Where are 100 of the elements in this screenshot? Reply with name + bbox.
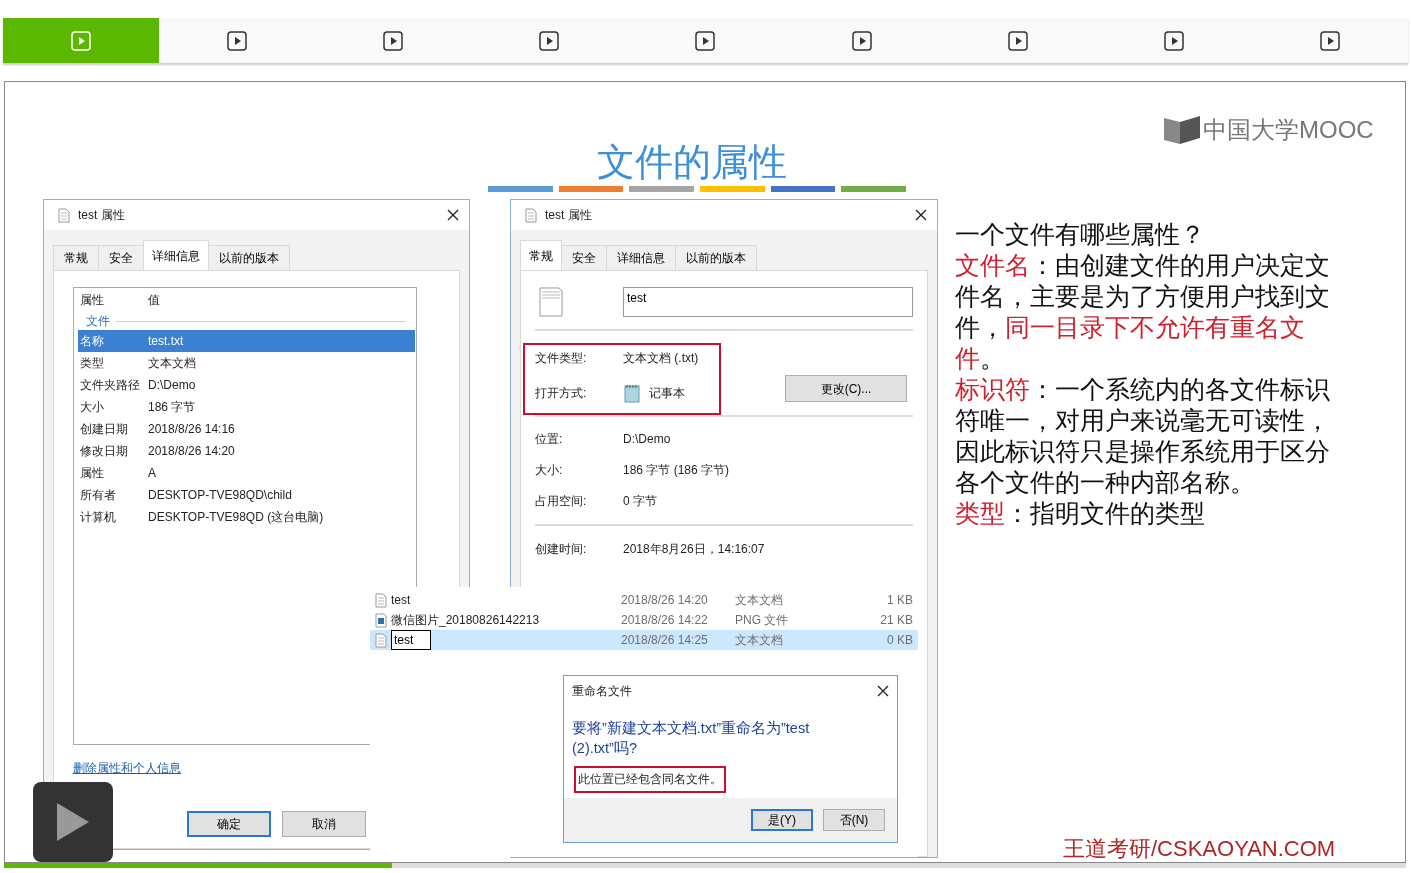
play-icon	[227, 30, 248, 51]
field-value: 记事本	[649, 385, 685, 402]
property-row[interactable]: 修改日期 2018/8/26 14:20	[78, 440, 415, 462]
file-icon	[375, 632, 387, 648]
window-title: test 属性	[545, 207, 593, 224]
close-icon	[447, 209, 459, 221]
property-row[interactable]: 所有者 DESKTOP-TVE98QD\child	[78, 484, 415, 506]
property-row[interactable]: 大小 186 字节	[78, 396, 415, 418]
property-name: 类型	[80, 355, 105, 372]
file-size: 21 KB	[879, 612, 913, 629]
play-icon	[383, 30, 404, 51]
property-row[interactable]: 类型 文本文档	[78, 352, 415, 374]
slide-title: 文件的属性	[597, 140, 787, 185]
play-icon	[1163, 30, 1184, 51]
note-paragraph: 一个文件有哪些属性？	[955, 219, 1206, 250]
property-row[interactable]: 文件夹路径 D:\Demo	[78, 374, 415, 396]
play-icon	[55, 801, 91, 843]
file-date: 2018/8/26 14:25	[621, 632, 709, 649]
property-name: 修改日期	[80, 443, 129, 460]
play-icon	[1007, 30, 1028, 51]
image-file-icon	[375, 612, 387, 628]
property-name: 名称	[80, 333, 105, 350]
dialog-message: 要将”新建文本文档.txt”重命名为”test (2).txt”吗?	[572, 719, 811, 758]
warning-message: 此位置已经包含同名文件。	[574, 766, 726, 794]
property-value: DESKTOP-TVE98QD (这台电脑)	[148, 509, 324, 526]
property-name: 创建日期	[80, 421, 129, 438]
dialog-button[interactable]: 取消	[282, 811, 366, 837]
tab[interactable]: 常规	[53, 245, 99, 270]
play-icon	[695, 30, 716, 51]
play-icon	[1319, 30, 1340, 51]
notepad-icon	[623, 383, 641, 403]
tab[interactable]: 以前的版本	[208, 245, 290, 270]
field-value: 186 字节 (186 字节)	[623, 462, 730, 479]
rename-field[interactable]: test	[391, 630, 431, 650]
note-paragraph: 类型：指明文件的类型	[955, 498, 1206, 529]
note-paragraph: 文件名：由创建文件的用户决定文件名，主要是为了方便用户找到文件，同一目录下不允许有重名文件。	[955, 250, 1331, 374]
property-row[interactable]: 名称 test.txt	[78, 330, 415, 352]
dialog-button[interactable]: 确定	[187, 811, 271, 837]
file-type: PNG 文件	[735, 612, 790, 629]
property-row[interactable]: 创建日期 2018/8/26 14:16	[78, 418, 415, 440]
field-label: 占用空间:	[535, 493, 588, 510]
file-size: 1 KB	[886, 592, 913, 609]
play-button[interactable]	[33, 782, 113, 862]
close-icon	[915, 209, 927, 221]
file-size: 0 KB	[886, 632, 913, 649]
property-name: 属性	[80, 465, 105, 482]
column-header: 属性	[79, 292, 105, 309]
file-name: test	[391, 592, 411, 609]
property-value: D:\Demo	[148, 377, 196, 394]
file-icon	[375, 592, 387, 608]
property-value: 文本文档	[148, 355, 196, 372]
play-icon	[539, 30, 560, 51]
field-label: 打开方式:	[535, 385, 588, 402]
property-value: 2018/8/26 14:20	[148, 443, 235, 460]
tab[interactable]: 以前的版本	[675, 245, 757, 270]
dialog-button[interactable]: 是(Y)	[751, 809, 813, 831]
field-label: 创建时间:	[535, 541, 588, 558]
property-row[interactable]: 属性 A	[78, 462, 415, 484]
field-value: 0 字节	[623, 493, 657, 510]
change-button[interactable]: 更改(C)...	[785, 375, 907, 402]
close-icon	[877, 685, 889, 697]
property-value: 186 字节	[148, 399, 196, 416]
property-value: test.txt	[148, 333, 184, 350]
file-icon	[58, 207, 70, 223]
file-row[interactable]: test 2018/8/26 14:20 文本文档 1 KB	[370, 590, 918, 610]
document-icon	[539, 287, 563, 317]
file-icon	[525, 207, 537, 223]
file-name-field[interactable]: test	[623, 287, 913, 317]
file-type: 文本文档	[735, 592, 784, 609]
tab[interactable]: 详细信息	[143, 240, 209, 270]
logo-text: 中国大学MOOC	[1203, 115, 1374, 145]
file-date: 2018/8/26 14:22	[621, 612, 709, 629]
file-name: 微信图片_20180826142213	[391, 612, 540, 629]
field-value: D:\Demo	[623, 431, 671, 448]
remove-properties-link[interactable]: 删除属性和个人信息	[73, 759, 181, 777]
book-icon	[1163, 114, 1201, 146]
tab[interactable]: 常规	[520, 240, 562, 270]
field-value: 文本文档 (.txt)	[623, 350, 699, 367]
dialog-title: 重命名文件	[572, 683, 633, 700]
property-name: 文件夹路径	[80, 377, 141, 394]
play-icon	[851, 30, 872, 51]
field-label: 文件类型:	[535, 350, 588, 367]
property-name: 大小	[80, 399, 105, 416]
field-label: 大小:	[535, 462, 564, 479]
window-title: test 属性	[78, 207, 126, 224]
field-label: 位置:	[535, 431, 564, 448]
progress-track[interactable]	[4, 863, 1406, 868]
property-name: 所有者	[80, 487, 117, 504]
property-value: DESKTOP-TVE98QD\child	[148, 487, 292, 504]
group-header: 文件	[86, 313, 110, 330]
dialog-button[interactable]: 否(N)	[823, 809, 885, 831]
column-header: 值	[147, 292, 160, 309]
file-date: 2018/8/26 14:20	[621, 592, 709, 609]
file-type: 文本文档	[735, 632, 784, 649]
play-icon	[71, 30, 92, 51]
file-row[interactable]: test 2018/8/26 14:25 文本文档 0 KB	[370, 630, 918, 650]
file-row[interactable]: 微信图片_20180826142213 2018/8/26 14:22 PNG 文件 21 KB	[370, 610, 918, 630]
property-value: A	[148, 465, 156, 482]
property-row[interactable]: 计算机 DESKTOP-TVE98QD (这台电脑)	[78, 506, 415, 528]
property-value: 2018/8/26 14:16	[148, 421, 235, 438]
